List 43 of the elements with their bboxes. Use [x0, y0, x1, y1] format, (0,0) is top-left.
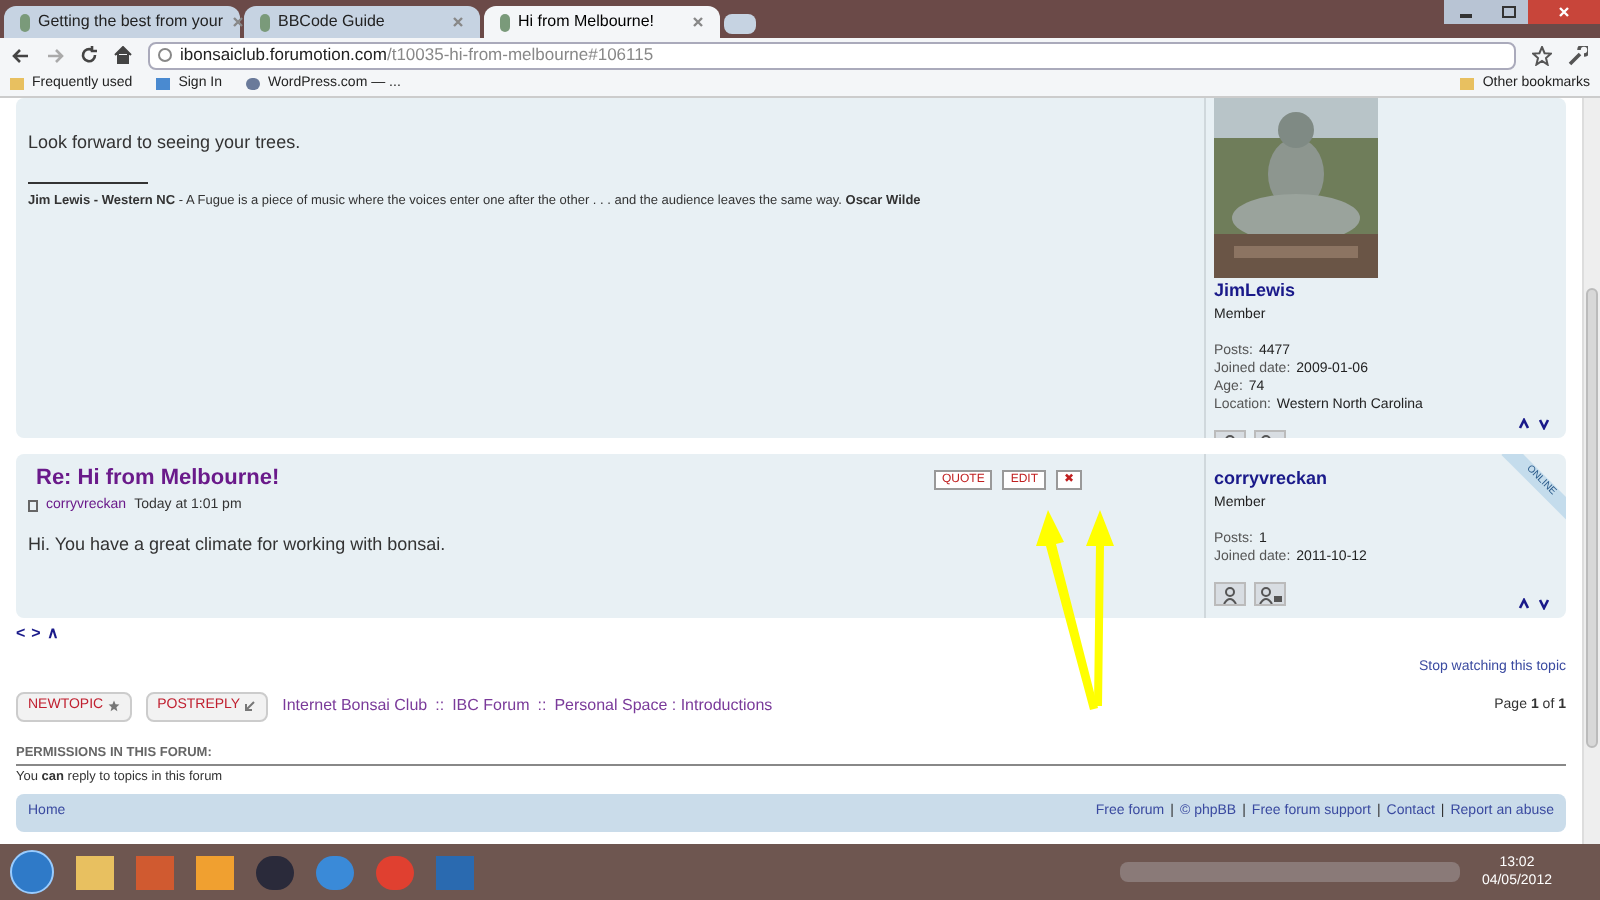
scrollbar[interactable] — [1582, 98, 1600, 844]
star-icon — [107, 700, 120, 712]
address-field[interactable]: ibonsaiclub.forumotion.com/t10035-hi-from-melbourne#106115 — [148, 41, 1516, 69]
maximize-icon — [1501, 6, 1515, 18]
browser-tab[interactable]: BBCode Guide — [244, 6, 480, 38]
message-icon[interactable] — [1254, 582, 1286, 606]
post-text: Hi. You have a great climate for working with bonsai. — [28, 532, 446, 558]
start-button[interactable] — [10, 850, 54, 894]
post-icon — [28, 499, 38, 512]
post-title[interactable]: Re: Hi from Melbourne! — [28, 462, 280, 495]
taskbar-app-icon[interactable] — [196, 855, 234, 889]
tree-icon — [20, 13, 30, 31]
wrench-icon[interactable] — [1568, 45, 1588, 65]
post-text: Look forward to seeing your trees. — [28, 130, 301, 156]
new-tab-button[interactable] — [724, 14, 756, 34]
maximize-button[interactable] — [1488, 0, 1528, 24]
tree-icon — [500, 13, 510, 31]
taskbar-app-icon[interactable] — [76, 855, 114, 889]
breadcrumb-link[interactable]: Personal Space : Introductions — [554, 694, 773, 718]
close-icon[interactable] — [692, 16, 704, 28]
author-name[interactable]: JimLewis — [1214, 278, 1296, 305]
browser-tab[interactable]: Getting the best from your — [4, 6, 240, 38]
arrow-icon — [244, 700, 257, 712]
tree-icon — [260, 13, 270, 31]
breadcrumb-separator: :: — [537, 694, 547, 718]
close-button[interactable] — [1528, 0, 1600, 24]
nav-arrow[interactable]: > — [31, 622, 41, 646]
profile-icon[interactable] — [1214, 582, 1246, 606]
minimize-button[interactable] — [1444, 0, 1488, 24]
reload-icon[interactable] — [80, 46, 98, 64]
author-name[interactable]: corryvreckan — [1214, 466, 1328, 493]
breadcrumb-link[interactable]: Internet Bonsai Club — [282, 694, 428, 718]
close-icon — [1558, 6, 1570, 18]
breadcrumb-link[interactable]: IBC Forum — [452, 694, 530, 718]
back-icon[interactable] — [12, 47, 30, 63]
globe-icon — [158, 48, 172, 62]
star-icon[interactable] — [1532, 45, 1552, 65]
nav-arrow[interactable]: < — [16, 622, 26, 646]
close-icon[interactable] — [231, 16, 243, 28]
browser-tab[interactable]: Hi from Melbourne! — [484, 6, 720, 38]
home-icon[interactable] — [114, 46, 132, 64]
nav-arrow[interactable]: ∧ — [46, 622, 59, 646]
breadcrumb-separator: :: — [435, 694, 445, 718]
